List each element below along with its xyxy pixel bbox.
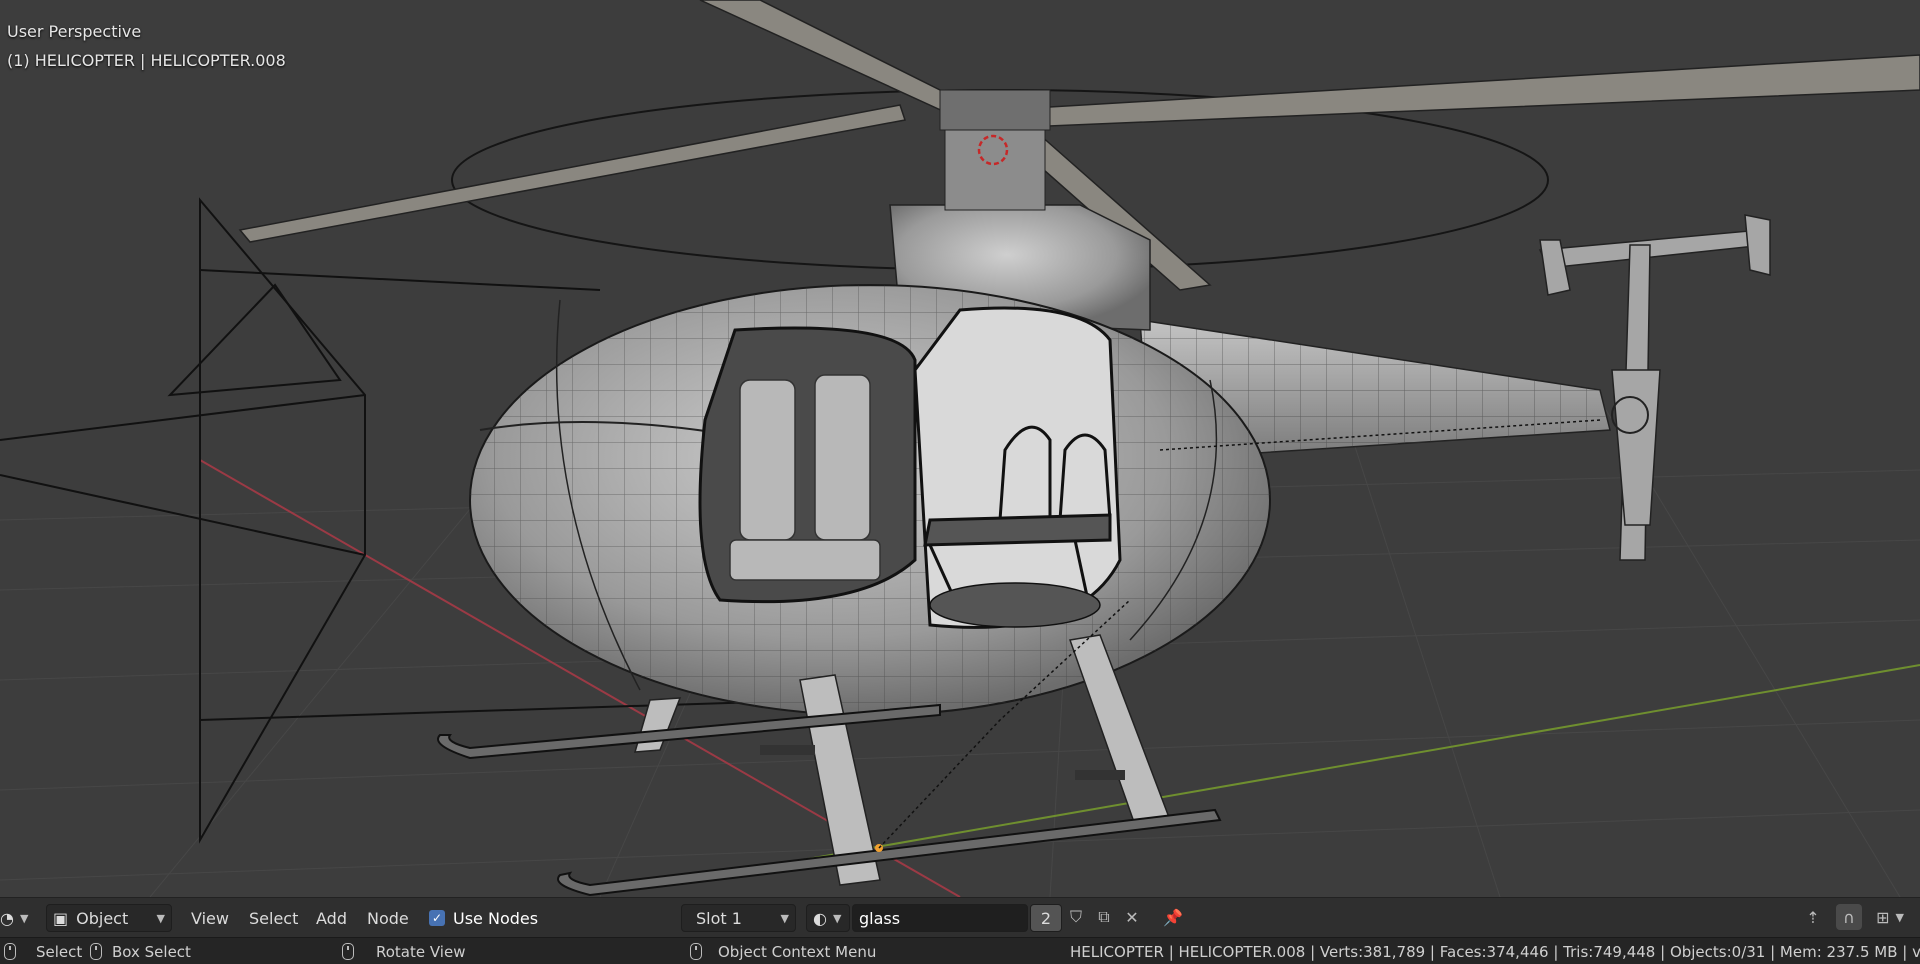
hint-context-menu: Object Context Menu bbox=[690, 942, 876, 961]
hint-select-label: Select bbox=[36, 942, 83, 961]
hint-rotate-view: Rotate View bbox=[342, 942, 465, 961]
checkbox-checked-icon: ✓ bbox=[429, 910, 445, 926]
material-name-field[interactable]: glass bbox=[852, 904, 1028, 932]
editor-type-selector[interactable]: ◔ ▼ bbox=[0, 904, 28, 932]
unlink-material-button[interactable]: ✕ bbox=[1119, 904, 1145, 930]
menu-add[interactable]: Add bbox=[312, 904, 351, 932]
material-name-value: glass bbox=[859, 908, 901, 928]
snap-settings[interactable]: ⊞ ▼ bbox=[1866, 904, 1914, 930]
fake-user-button[interactable]: ⛉ bbox=[1063, 904, 1089, 930]
hint-select: Select bbox=[4, 942, 82, 961]
mouse-left-icon bbox=[4, 943, 16, 960]
chevron-down-icon: ▼ bbox=[1895, 910, 1904, 924]
close-icon: ✕ bbox=[1125, 907, 1139, 927]
material-sphere-icon: ◐ bbox=[813, 908, 827, 928]
material-browse-button[interactable]: ◐ ▼ bbox=[806, 904, 850, 932]
duplicate-icon: ⧉ bbox=[1098, 907, 1110, 926]
hint-box-select-label: Box Select bbox=[112, 942, 191, 961]
chevron-down-icon: ▼ bbox=[780, 911, 789, 925]
mouse-middle-icon bbox=[342, 943, 354, 960]
magnet-icon: ∩ bbox=[1843, 907, 1855, 927]
user-count-value: 2 bbox=[1040, 908, 1052, 928]
viewport-scene bbox=[0, 0, 1920, 898]
duplicate-material-button[interactable]: ⧉ bbox=[1091, 904, 1117, 930]
pin-icon: 📌 bbox=[1163, 907, 1183, 927]
3d-viewport[interactable]: User Perspective (1) HELICOPTER | HELICO… bbox=[0, 0, 1920, 898]
mode-label: Object bbox=[76, 908, 129, 928]
parent-node-tree-button[interactable]: ⇡ bbox=[1800, 904, 1826, 930]
slot-selector[interactable]: Slot 1 ▼ bbox=[681, 904, 796, 932]
menu-select[interactable]: Select bbox=[245, 904, 302, 932]
mouse-right-icon bbox=[690, 943, 702, 960]
menu-view[interactable]: View bbox=[187, 904, 233, 932]
hint-context-menu-label: Object Context Menu bbox=[718, 942, 877, 961]
object-mode-icon: ▣ bbox=[53, 908, 69, 928]
use-nodes-label: Use Nodes bbox=[453, 908, 539, 928]
use-nodes-toggle[interactable]: ✓ Use Nodes bbox=[429, 904, 538, 932]
status-bar: Select Box Select Rotate View Object Con… bbox=[0, 937, 1920, 964]
arrow-up-icon: ⇡ bbox=[1806, 907, 1820, 927]
hint-rotate-view-label: Rotate View bbox=[376, 942, 466, 961]
slot-label: Slot 1 bbox=[696, 908, 742, 928]
mouse-drag-icon bbox=[90, 943, 102, 960]
material-user-count[interactable]: 2 bbox=[1030, 904, 1062, 932]
pin-button[interactable]: 📌 bbox=[1160, 904, 1186, 930]
editor-header: ◔ ▼ ▣ Object ▼ View Select Add Node ✓ Us… bbox=[0, 897, 1920, 937]
shield-icon: ⛉ bbox=[1069, 907, 1082, 926]
active-object-label: (1) HELICOPTER | HELICOPTER.008 bbox=[7, 51, 286, 70]
chevron-down-icon: ▼ bbox=[156, 911, 165, 925]
mode-selector[interactable]: ▣ Object ▼ bbox=[46, 904, 172, 932]
scene-statistics: HELICOPTER | HELICOPTER.008 | Verts:381,… bbox=[1070, 942, 1920, 961]
chevron-down-icon: ▼ bbox=[19, 911, 29, 925]
node-editor-icon: ◔ bbox=[0, 908, 14, 928]
snap-grid-icon: ⊞ bbox=[1876, 907, 1890, 927]
hint-box-select: Box Select bbox=[90, 942, 191, 961]
menu-node[interactable]: Node bbox=[363, 904, 413, 932]
chevron-down-icon: ▼ bbox=[832, 911, 842, 925]
snap-toggle[interactable]: ∩ bbox=[1836, 904, 1862, 930]
view-perspective-label: User Perspective bbox=[7, 22, 142, 41]
